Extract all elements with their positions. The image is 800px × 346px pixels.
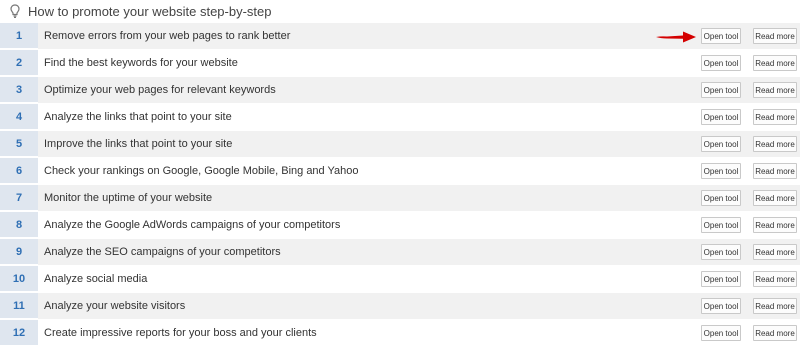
step-label: Analyze the SEO campaigns of your compet…	[44, 246, 281, 258]
open-tool-button[interactable]: Open tool	[701, 28, 741, 44]
step-number: 4	[0, 104, 38, 130]
step-label: Analyze the links that point to your sit…	[44, 111, 232, 123]
step-number: 1	[0, 23, 38, 49]
list-item: 10 Analyze social media Open tool Read more	[0, 266, 800, 293]
read-more-button[interactable]: Read more	[753, 190, 797, 206]
section-header: How to promote your website step-by-step	[0, 0, 800, 22]
step-number: 3	[0, 77, 38, 103]
step-label: Optimize your web pages for relevant key…	[44, 84, 276, 96]
step-number: 10	[0, 266, 38, 292]
step-number: 11	[0, 293, 38, 319]
list-item: 11 Analyze your website visitors Open tool…	[0, 293, 800, 320]
list-item: 5 Improve the links that point to your si…	[0, 131, 800, 158]
step-number: 7	[0, 185, 38, 211]
list-item: 3 Optimize your web pages for relevant ke…	[0, 77, 800, 104]
list-item: 12 Create impressive reports for your bos…	[0, 320, 800, 346]
list-item: 7 Monitor the uptime of your website Open …	[0, 185, 800, 212]
step-number: 2	[0, 50, 38, 76]
step-label: Remove errors from your web pages to ran…	[44, 30, 291, 42]
list-item: 4 Analyze the links that point to your si…	[0, 104, 800, 131]
step-number: 8	[0, 212, 38, 238]
open-tool-button[interactable]: Open tool	[701, 271, 741, 287]
read-more-button[interactable]: Read more	[753, 136, 797, 152]
read-more-button[interactable]: Read more	[753, 82, 797, 98]
open-tool-button[interactable]: Open tool	[701, 55, 741, 71]
open-tool-button[interactable]: Open tool	[701, 190, 741, 206]
open-tool-button[interactable]: Open tool	[701, 244, 741, 260]
open-tool-button[interactable]: Open tool	[701, 109, 741, 125]
read-more-button[interactable]: Read more	[753, 109, 797, 125]
step-number: 12	[0, 320, 38, 346]
read-more-button[interactable]: Read more	[753, 298, 797, 314]
open-tool-button[interactable]: Open tool	[701, 136, 741, 152]
read-more-button[interactable]: Read more	[753, 271, 797, 287]
open-tool-button[interactable]: Open tool	[701, 82, 741, 98]
step-label: Find the best keywords for your website	[44, 57, 238, 69]
open-tool-button[interactable]: Open tool	[701, 217, 741, 233]
lightbulb-icon	[8, 3, 22, 19]
read-more-button[interactable]: Read more	[753, 163, 797, 179]
list-item: 2 Find the best keywords for your website…	[0, 50, 800, 77]
step-label: Analyze your website visitors	[44, 300, 186, 312]
open-tool-button[interactable]: Open tool	[701, 163, 741, 179]
step-number: 5	[0, 131, 38, 157]
step-label: Monitor the uptime of your website	[44, 192, 213, 204]
red-arrow-icon	[656, 31, 696, 43]
step-number: 9	[0, 239, 38, 265]
step-label: Check your rankings on Google, Google Mo…	[44, 165, 359, 177]
read-more-button[interactable]: Read more	[753, 325, 797, 341]
step-number: 6	[0, 158, 38, 184]
section-title: How to promote your website step-by-step	[28, 3, 272, 19]
step-label: Analyze social media	[44, 273, 148, 285]
step-label: Create impressive reports for your boss …	[44, 327, 317, 339]
open-tool-button[interactable]: Open tool	[701, 298, 741, 314]
open-tool-button[interactable]: Open tool	[701, 325, 741, 341]
read-more-button[interactable]: Read more	[753, 55, 797, 71]
list-item: 8 Analyze the Google AdWords campaigns of…	[0, 212, 800, 239]
read-more-button[interactable]: Read more	[753, 217, 797, 233]
list-item: 6 Check your rankings on Google, Google M…	[0, 158, 800, 185]
step-label: Analyze the Google AdWords campaigns of …	[44, 219, 341, 231]
list-item: 9 Analyze the SEO campaigns of your compe…	[0, 239, 800, 266]
read-more-button[interactable]: Read more	[753, 28, 797, 44]
steps-list: 1 Remove errors from your web pages to ra…	[0, 23, 800, 346]
step-label: Improve the links that point to your sit…	[44, 138, 233, 150]
read-more-button[interactable]: Read more	[753, 244, 797, 260]
